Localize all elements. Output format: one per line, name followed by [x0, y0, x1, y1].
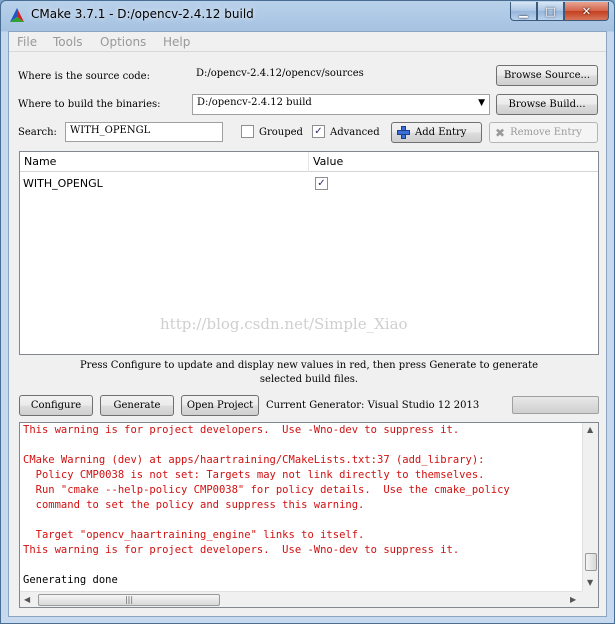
output-line: command to set the policy and suppress t…	[23, 499, 365, 511]
info-line-1: Press Configure to update and display ne…	[79, 360, 539, 371]
title-bar[interactable]: CMake 3.7.1 - D:/opencv-2.4.12 build ▁ □…	[1, 1, 614, 29]
search-label: Search:	[18, 127, 57, 138]
output-text: This warning is for project developers. …	[23, 423, 583, 588]
menu-file[interactable]: File	[17, 35, 37, 49]
add-entry-button[interactable]: Add Entry	[391, 122, 482, 143]
cache-table: Name Value WITH_OPENGL ✓ http://blog.csd…	[19, 151, 599, 355]
column-header-value[interactable]: Value	[313, 155, 343, 168]
vertical-scrollbar[interactable]: ▲ ▼	[582, 423, 598, 591]
menu-options[interactable]: Options	[100, 35, 146, 49]
scroll-corner	[582, 591, 598, 607]
plus-icon	[397, 126, 410, 139]
remove-entry-label: Remove Entry	[510, 127, 582, 138]
scroll-thumb-horizontal[interactable]: |||	[38, 594, 220, 606]
scroll-left-icon[interactable]: ◀	[24, 595, 30, 604]
horizontal-scrollbar[interactable]: ◀ ||| ▶	[20, 591, 598, 607]
table-header: Name Value	[20, 152, 598, 172]
output-log[interactable]: This warning is for project developers. …	[19, 422, 599, 608]
scroll-up-icon[interactable]: ▲	[587, 425, 593, 434]
menu-bar: File Tools Options Help	[9, 32, 606, 52]
scroll-down-icon[interactable]: ▼	[587, 578, 593, 587]
progress-bar	[512, 396, 599, 414]
search-input[interactable]: WITH_OPENGL	[65, 122, 223, 142]
configure-button[interactable]: Configure	[19, 395, 93, 416]
output-line: Policy CMP0038 is not set: Targets may n…	[23, 469, 485, 481]
table-row[interactable]: WITH_OPENGL ✓	[20, 174, 598, 192]
remove-entry-button[interactable]: ✖ Remove Entry	[489, 122, 598, 143]
browse-source-button[interactable]: Browse Source...	[496, 65, 598, 86]
output-line: CMake Warning (dev) at apps/haartraining…	[23, 454, 485, 466]
watermark: http://blog.csdn.net/Simple_Xiao	[160, 315, 408, 333]
source-path-input[interactable]: D:/opencv-2.4.12/opencv/sources	[192, 66, 489, 86]
window-controls: ▁ □ ✕	[510, 2, 609, 21]
row-value-checkbox[interactable]: ✓	[315, 177, 328, 190]
menu-tools[interactable]: Tools	[53, 35, 83, 49]
add-entry-label: Add Entry	[415, 127, 467, 138]
scroll-thumb-vertical[interactable]	[585, 553, 597, 571]
current-generator: Current Generator: Visual Studio 12 2013	[266, 400, 480, 411]
maximize-icon[interactable]: □	[537, 2, 564, 21]
output-line: Target "opencv_haartraining_engine" link…	[23, 529, 365, 541]
remove-icon: ✖	[495, 125, 506, 140]
cmake-logo-icon	[10, 8, 24, 22]
column-header-name[interactable]: Name	[24, 155, 56, 168]
browse-build-button[interactable]: Browse Build...	[496, 94, 598, 115]
advanced-checkbox[interactable]: ✓	[312, 125, 325, 138]
output-line: This warning is for project developers. …	[23, 424, 460, 436]
advanced-label: Advanced	[330, 127, 380, 138]
grouped-checkbox[interactable]	[241, 125, 254, 138]
info-text: Press Configure to update and display ne…	[19, 359, 599, 387]
minimize-icon[interactable]: ▁	[510, 2, 537, 21]
output-line: Run "cmake --help-policy CMP0038" for po…	[23, 484, 510, 496]
info-line-2: selected build files.	[259, 374, 359, 385]
close-icon[interactable]: ✕	[564, 2, 609, 21]
cmake-window: CMake 3.7.1 - D:/opencv-2.4.12 build ▁ □…	[0, 0, 615, 624]
chevron-down-icon[interactable]: ▼	[478, 98, 485, 108]
open-project-button[interactable]: Open Project	[181, 395, 259, 416]
source-label: Where is the source code:	[18, 71, 150, 82]
client-area: File Tools Options Help Where is the sou…	[8, 31, 607, 617]
build-path-value: D:/opencv-2.4.12 build	[197, 97, 312, 108]
window-title: CMake 3.7.1 - D:/opencv-2.4.12 build	[31, 7, 254, 21]
menu-help[interactable]: Help	[163, 35, 190, 49]
output-line: Generating done	[23, 574, 118, 586]
build-label: Where to build the binaries:	[18, 99, 161, 110]
grouped-label: Grouped	[259, 127, 303, 138]
scroll-right-icon[interactable]: ▶	[570, 595, 576, 604]
output-line: This warning is for project developers. …	[23, 544, 460, 556]
column-divider[interactable]	[308, 152, 309, 172]
build-path-combo[interactable]: D:/opencv-2.4.12 build ▼	[192, 94, 490, 115]
generate-button[interactable]: Generate	[100, 395, 174, 416]
row-name: WITH_OPENGL	[23, 177, 103, 190]
